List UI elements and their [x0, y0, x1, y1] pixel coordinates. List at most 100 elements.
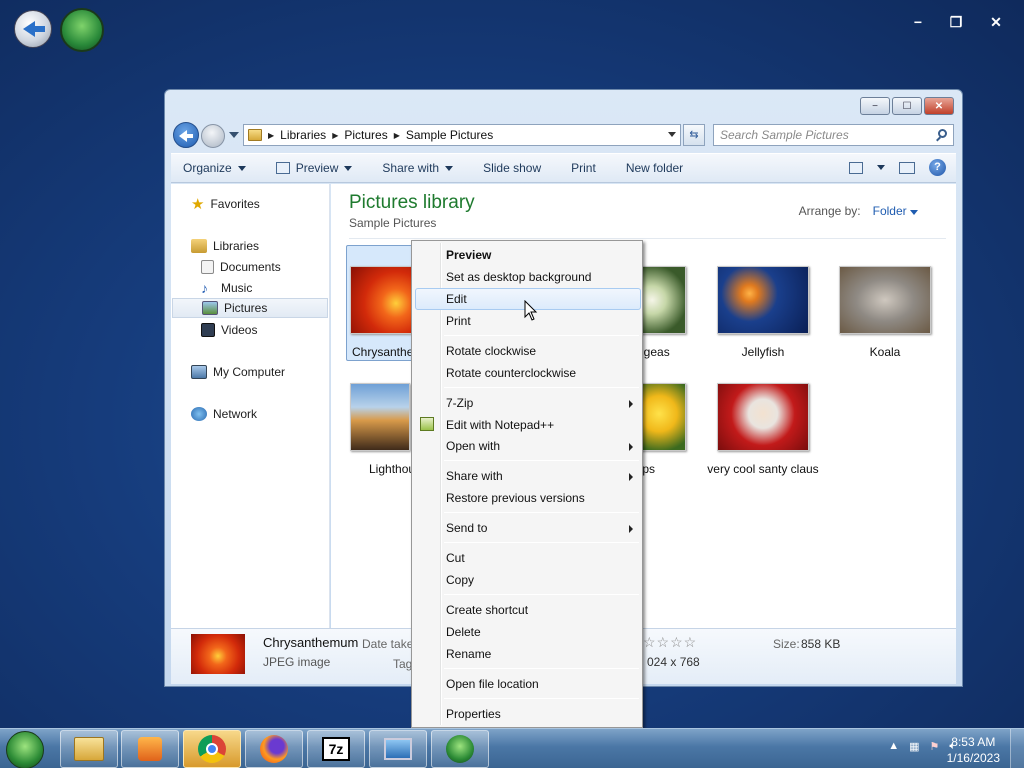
- menu-item-edit-notepadpp[interactable]: Edit with Notepad++: [415, 414, 641, 436]
- file-label-santa[interactable]: very cool santy claus: [703, 462, 823, 477]
- nav-documents-label: Documents: [220, 260, 281, 274]
- navigation-pane: ★ Favorites Libraries Documents ♪ Music Pi…: [171, 184, 330, 628]
- change-view-icon[interactable]: [849, 161, 863, 174]
- print-button[interactable]: Print: [571, 161, 596, 175]
- network-tray-icon[interactable]: ▦: [909, 740, 919, 753]
- chevron-right-icon[interactable]: ▶: [332, 131, 338, 140]
- preview-button[interactable]: Preview: [275, 161, 353, 175]
- menu-item-restore-previous-versions[interactable]: Restore previous versions: [415, 487, 641, 509]
- window-close-button[interactable]: ✕: [924, 97, 954, 115]
- star-icon: ★: [191, 196, 205, 213]
- new-folder-button[interactable]: New folder: [626, 161, 683, 175]
- help-icon[interactable]: ?: [929, 159, 946, 176]
- pictures-icon: [202, 301, 218, 315]
- breadcrumb-sample-pictures[interactable]: Sample Pictures: [406, 128, 493, 142]
- back-arrow-icon[interactable]: [14, 10, 52, 48]
- view-options-dropdown-icon[interactable]: [877, 165, 885, 170]
- menu-item-copy[interactable]: Copy: [415, 569, 641, 591]
- clock[interactable]: 8:53 AM 1/16/2023: [947, 734, 1000, 766]
- menu-item-edit-notepadpp-label: Edit with Notepad++: [446, 418, 555, 432]
- chevron-down-icon: [910, 210, 918, 215]
- taskbar-windows-app[interactable]: [431, 730, 489, 768]
- new-folder-label: New folder: [625, 161, 684, 175]
- menu-item-send-to[interactable]: Send to: [415, 517, 641, 539]
- refresh-icon[interactable]: ⇆: [683, 124, 705, 146]
- file-thumbnail-jellyfish[interactable]: [717, 266, 809, 334]
- slide-show-button[interactable]: Slide show: [483, 161, 541, 175]
- nav-videos[interactable]: Videos: [201, 320, 257, 340]
- details-thumbnail: [191, 634, 245, 674]
- menu-item-set-desktop-background[interactable]: Set as desktop background: [415, 266, 641, 288]
- file-thumbnail-koala[interactable]: [839, 266, 931, 334]
- taskbar-firefox[interactable]: [245, 730, 303, 768]
- nav-forward-button[interactable]: [201, 124, 225, 148]
- menu-item-share-with[interactable]: Share with: [415, 465, 641, 487]
- videos-icon: [201, 323, 215, 337]
- menu-item-rotate-clockwise[interactable]: Rotate clockwise: [415, 340, 641, 362]
- share-with-label: Share with: [382, 161, 440, 175]
- start-button[interactable]: [6, 731, 44, 768]
- nav-my-computer[interactable]: My Computer: [191, 362, 285, 382]
- show-desktop-button[interactable]: [1010, 729, 1024, 768]
- menu-separator: [444, 542, 639, 543]
- taskbar-remote-desktop[interactable]: [369, 730, 427, 768]
- file-thumbnail-santa[interactable]: [717, 383, 809, 451]
- breadcrumb-libraries[interactable]: Libraries: [280, 128, 326, 142]
- file-thumbnail-hydrangeas[interactable]: [637, 266, 686, 334]
- breadcrumb-pictures[interactable]: Pictures: [344, 128, 387, 142]
- address-dropdown-icon[interactable]: [668, 132, 676, 137]
- menu-item-cut[interactable]: Cut: [415, 547, 641, 569]
- menu-item-properties[interactable]: Properties: [415, 703, 641, 725]
- notepadpp-icon: [420, 417, 434, 431]
- recent-pages-dropdown-icon[interactable]: [229, 132, 239, 138]
- file-thumbnail-tulips[interactable]: [637, 383, 686, 451]
- preview-pane-icon[interactable]: [899, 161, 915, 174]
- file-label-tulips[interactable]: lips: [637, 462, 687, 477]
- tray-expand-icon[interactable]: ▲: [888, 740, 899, 753]
- monitor-icon: [384, 738, 412, 760]
- search-input[interactable]: Search Sample Pictures: [713, 124, 954, 146]
- menu-item-preview[interactable]: Preview: [415, 244, 641, 266]
- chevron-right-icon[interactable]: ▶: [394, 131, 400, 140]
- arrange-by-dropdown[interactable]: Folder: [873, 204, 918, 218]
- submenu-arrow-icon: [629, 443, 633, 451]
- menu-item-rename[interactable]: Rename: [415, 643, 641, 665]
- taskbar-7zip[interactable]: 7z: [307, 730, 365, 768]
- organize-button[interactable]: Organize: [183, 161, 246, 175]
- nav-favorites[interactable]: ★ Favorites: [191, 194, 260, 214]
- minimize-button[interactable]: −: [908, 14, 928, 30]
- restore-button[interactable]: ❐: [946, 14, 966, 31]
- menu-item-rotate-counterclockwise[interactable]: Rotate counterclockwise: [415, 362, 641, 384]
- file-thumbnail-lighthouse[interactable]: [350, 383, 410, 451]
- windows-logo-icon[interactable]: [60, 8, 104, 52]
- menu-separator: [444, 698, 639, 699]
- window-minimize-button[interactable]: −: [860, 97, 890, 115]
- address-bar[interactable]: ▶ Libraries ▶ Pictures ▶ Sample Pictures: [243, 124, 681, 146]
- taskbar-chrome[interactable]: [183, 730, 241, 768]
- nav-documents[interactable]: Documents: [201, 257, 281, 277]
- menu-item-create-shortcut[interactable]: Create shortcut: [415, 599, 641, 621]
- action-center-icon[interactable]: ⚑: [930, 740, 940, 753]
- menu-item-open-with[interactable]: Open with: [415, 435, 641, 457]
- close-button[interactable]: ✕: [986, 14, 1006, 31]
- nav-libraries[interactable]: Libraries: [191, 236, 259, 256]
- rating-stars[interactable]: ☆☆☆☆: [643, 634, 697, 651]
- nav-pictures[interactable]: Pictures: [172, 298, 328, 318]
- mouse-cursor-icon: [524, 300, 538, 321]
- taskbar-explorer[interactable]: [60, 730, 118, 768]
- taskbar-media-player[interactable]: [121, 730, 179, 768]
- menu-item-delete[interactable]: Delete: [415, 621, 641, 643]
- chevron-right-icon[interactable]: ▶: [268, 131, 274, 140]
- search-icon[interactable]: [938, 129, 947, 138]
- file-label-jellyfish[interactable]: Jellyfish: [703, 345, 823, 360]
- nav-network[interactable]: Network: [191, 404, 257, 424]
- file-label-hydrangeas[interactable]: ngeas: [637, 345, 687, 360]
- nav-music[interactable]: ♪ Music: [201, 278, 252, 298]
- share-with-button[interactable]: Share with: [382, 161, 454, 175]
- menu-item-7zip[interactable]: 7-Zip: [415, 392, 641, 414]
- menu-item-open-file-location[interactable]: Open file location: [415, 673, 641, 695]
- nav-back-button[interactable]: [173, 122, 199, 148]
- menu-item-send-to-label: Send to: [446, 521, 488, 535]
- window-maximize-button[interactable]: ☐: [892, 97, 922, 115]
- file-label-koala[interactable]: Koala: [825, 345, 945, 360]
